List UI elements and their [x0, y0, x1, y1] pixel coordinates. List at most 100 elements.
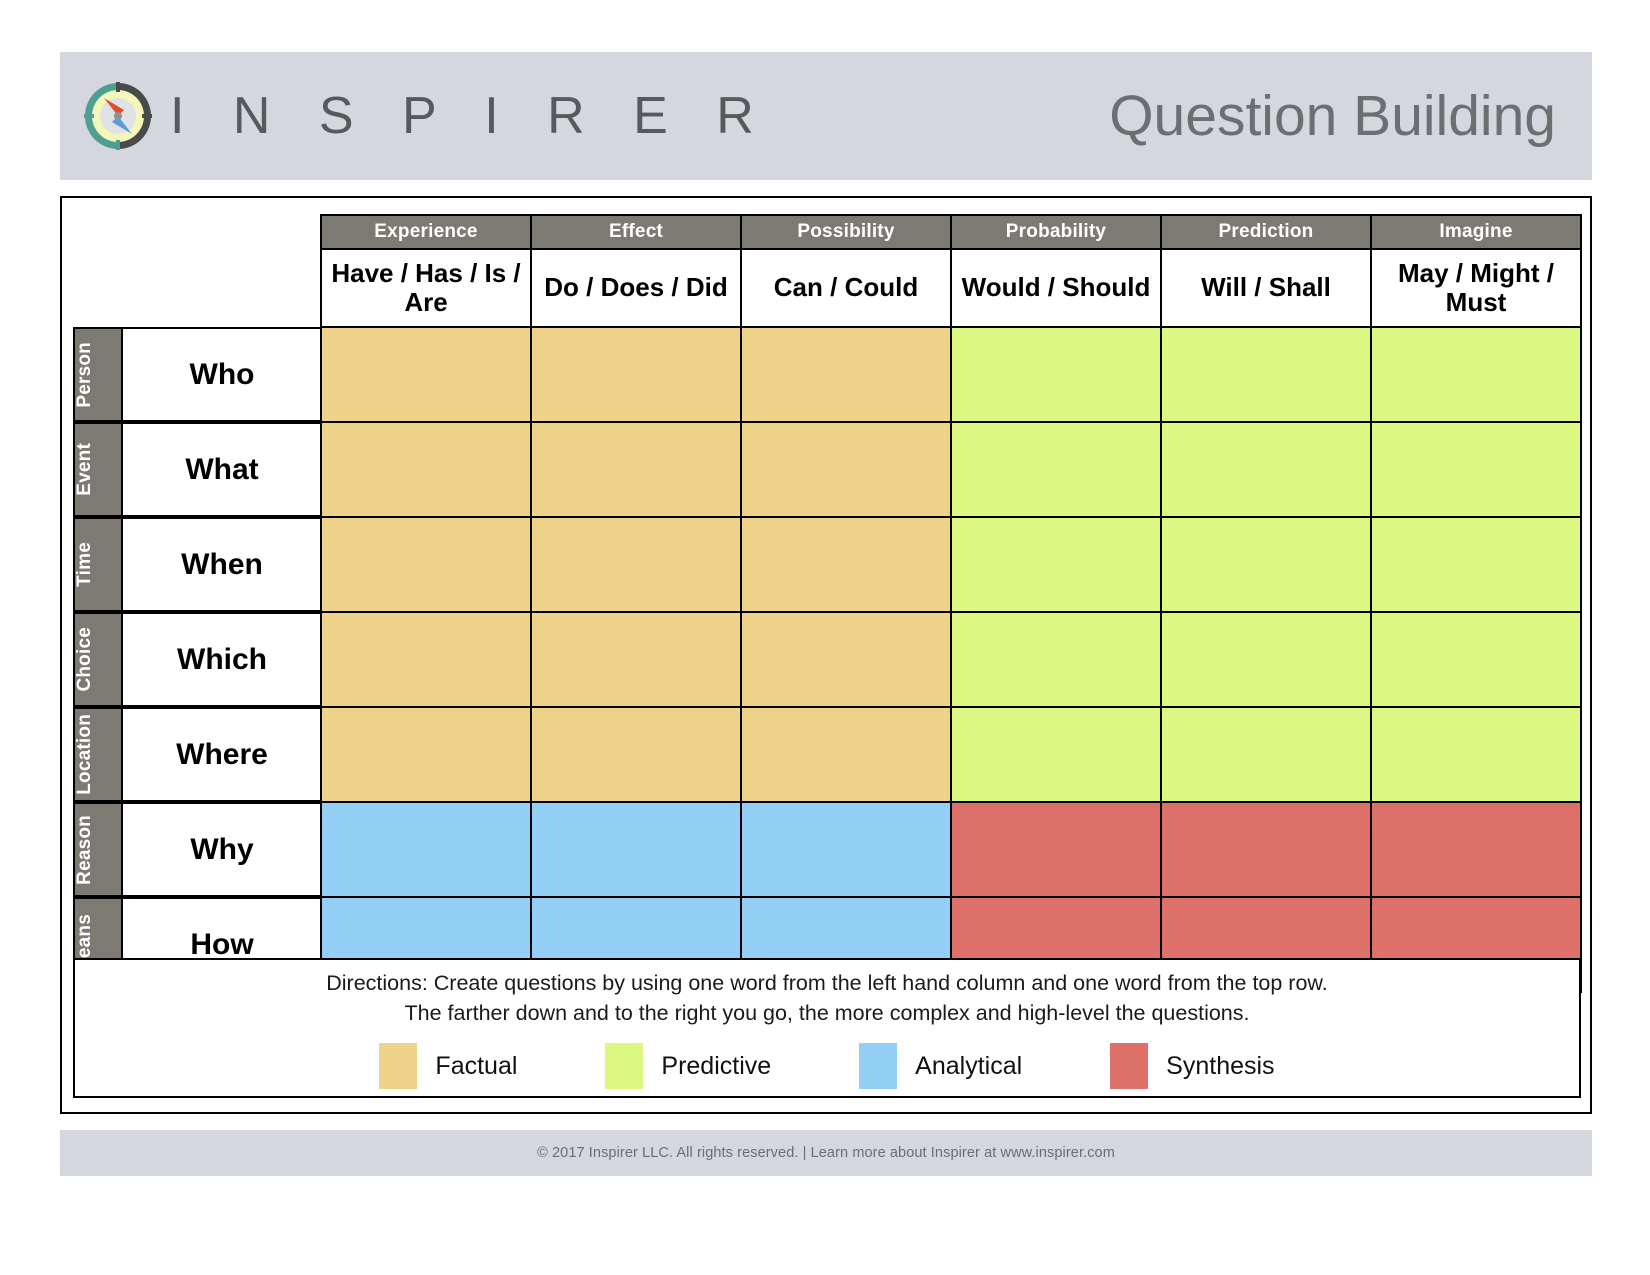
row-side-label-choice: Choice	[73, 612, 123, 707]
category-header-row: Experience Effect Possibility Probability Pr…	[73, 214, 1582, 250]
legend-label-predictive: Predictive	[661, 1051, 772, 1080]
question-word-who: Who	[121, 327, 323, 422]
matrix-cell-what-imagine[interactable]	[1370, 421, 1582, 518]
matrix-cell-where-experience[interactable]	[320, 706, 532, 803]
matrix-cell-which-prediction[interactable]	[1160, 611, 1372, 708]
matrix-cell-what-possibility[interactable]	[740, 421, 952, 518]
verb-header-1: Do / Does / Did	[530, 248, 742, 328]
matrix-cell-what-prediction[interactable]	[1160, 421, 1372, 518]
matrix-cell-where-probability[interactable]	[950, 706, 1162, 803]
matrix-cell-when-probability[interactable]	[950, 516, 1162, 613]
legend: Factual Predictive Analytical Synthesis	[73, 1036, 1581, 1098]
row-side-label-reason: Reason	[73, 802, 123, 897]
matrix-cell-which-probability[interactable]	[950, 611, 1162, 708]
legend-item-factual: Factual	[379, 1043, 517, 1089]
row-label-group: Reason Why	[73, 802, 323, 897]
legend-label-analytical: Analytical	[915, 1051, 1023, 1080]
question-matrix-table: Experience Effect Possibility Probability Pr…	[73, 214, 1582, 993]
row-side-label-text: Time	[74, 542, 95, 587]
matrix-cell-which-imagine[interactable]	[1370, 611, 1582, 708]
question-word-when: When	[121, 517, 323, 612]
matrix-cell-where-imagine[interactable]	[1370, 706, 1582, 803]
row-side-label-text: Location	[74, 714, 95, 795]
corner-blank	[73, 249, 321, 327]
verb-header-2: Can / Could	[740, 248, 952, 328]
verb-header-0: Have / Has / Is / Are	[320, 248, 532, 328]
row-side-label-time: Time	[73, 517, 123, 612]
brand-name: I N S P I R E R	[170, 87, 771, 145]
table-row: Reason Why	[73, 801, 1582, 898]
legend-item-analytical: Analytical	[859, 1043, 1022, 1089]
table-row: Choice Which	[73, 611, 1582, 708]
matrix-cell-who-prediction[interactable]	[1160, 326, 1372, 423]
matrix-cell-when-possibility[interactable]	[740, 516, 952, 613]
verb-header-5: May / Might / Must	[1370, 248, 1582, 328]
corner-blank	[73, 215, 321, 249]
footer-copyright: © 2017 Inspirer LLC. All rights reserved…	[537, 1145, 1115, 1161]
row-side-label-event: Event	[73, 422, 123, 517]
matrix-cell-who-experience[interactable]	[320, 326, 532, 423]
matrix-cell-why-probability[interactable]	[950, 801, 1162, 898]
matrix-cell-which-possibility[interactable]	[740, 611, 952, 708]
row-label-group: Choice Which	[73, 612, 323, 707]
matrix-cell-who-possibility[interactable]	[740, 326, 952, 423]
row-label-group: Person Who	[73, 327, 323, 422]
directions-panel: Directions: Create questions by using on…	[73, 958, 1581, 1042]
legend-swatch-synthesis	[1110, 1043, 1149, 1089]
matrix-cell-when-effect[interactable]	[530, 516, 742, 613]
verb-header-3: Would / Should	[950, 248, 1162, 328]
matrix-cell-where-effect[interactable]	[530, 706, 742, 803]
worksheet-card: Experience Effect Possibility Probability Pr…	[60, 196, 1592, 1114]
category-header-effect: Effect	[530, 214, 742, 250]
brand: I N S P I R E R	[82, 80, 771, 152]
matrix-cell-why-possibility[interactable]	[740, 801, 952, 898]
matrix-cell-why-effect[interactable]	[530, 801, 742, 898]
row-label-group: Time When	[73, 517, 323, 612]
matrix-cell-why-prediction[interactable]	[1160, 801, 1372, 898]
category-header-experience: Experience	[320, 214, 532, 250]
legend-swatch-factual	[379, 1043, 418, 1089]
row-side-label-text: Event	[74, 443, 95, 496]
verb-header-4: Will / Shall	[1160, 248, 1372, 328]
category-header-probability: Probability	[950, 214, 1162, 250]
matrix-cell-why-imagine[interactable]	[1370, 801, 1582, 898]
legend-item-predictive: Predictive	[605, 1043, 771, 1089]
compass-icon	[82, 80, 154, 152]
worksheet-page: I N S P I R E R Question Building Experi…	[0, 0, 1650, 1275]
matrix-cell-when-prediction[interactable]	[1160, 516, 1372, 613]
row-label-group: Location Where	[73, 707, 323, 802]
matrix-cell-what-effect[interactable]	[530, 421, 742, 518]
matrix-cell-where-prediction[interactable]	[1160, 706, 1372, 803]
matrix-cell-why-experience[interactable]	[320, 801, 532, 898]
matrix-cell-who-imagine[interactable]	[1370, 326, 1582, 423]
directions-line-2: The farther down and to the right you go…	[404, 1000, 1250, 1025]
page-footer: © 2017 Inspirer LLC. All rights reserved…	[60, 1130, 1592, 1176]
page-header: I N S P I R E R Question Building	[60, 52, 1592, 180]
matrix-cell-when-experience[interactable]	[320, 516, 532, 613]
question-word-why: Why	[121, 802, 323, 897]
table-row: Person Who	[73, 326, 1582, 423]
row-side-label-text: Choice	[74, 627, 95, 692]
matrix-cell-where-possibility[interactable]	[740, 706, 952, 803]
verb-header-row: Have / Has / Is / Are Do / Does / Did Can …	[73, 248, 1582, 328]
matrix-cell-when-imagine[interactable]	[1370, 516, 1582, 613]
row-side-label-text: Person	[74, 341, 95, 408]
page-title: Question Building	[1109, 84, 1556, 148]
matrix-cell-who-probability[interactable]	[950, 326, 1162, 423]
matrix-cell-what-experience[interactable]	[320, 421, 532, 518]
table-row: Time When	[73, 516, 1582, 613]
category-header-possibility: Possibility	[740, 214, 952, 250]
matrix-cell-which-effect[interactable]	[530, 611, 742, 708]
legend-swatch-predictive	[605, 1043, 644, 1089]
category-header-prediction: Prediction	[1160, 214, 1372, 250]
matrix-cell-who-effect[interactable]	[530, 326, 742, 423]
directions-line-1: Directions: Create questions by using on…	[326, 971, 1328, 995]
category-header-imagine: Imagine	[1370, 214, 1582, 250]
matrix-cell-which-experience[interactable]	[320, 611, 532, 708]
row-label-group: Event What	[73, 422, 323, 517]
legend-label-synthesis: Synthesis	[1166, 1051, 1275, 1080]
matrix-cell-what-probability[interactable]	[950, 421, 1162, 518]
legend-item-synthesis: Synthesis	[1110, 1043, 1275, 1089]
table-row: Location Where	[73, 706, 1582, 803]
question-word-where: Where	[121, 707, 323, 802]
